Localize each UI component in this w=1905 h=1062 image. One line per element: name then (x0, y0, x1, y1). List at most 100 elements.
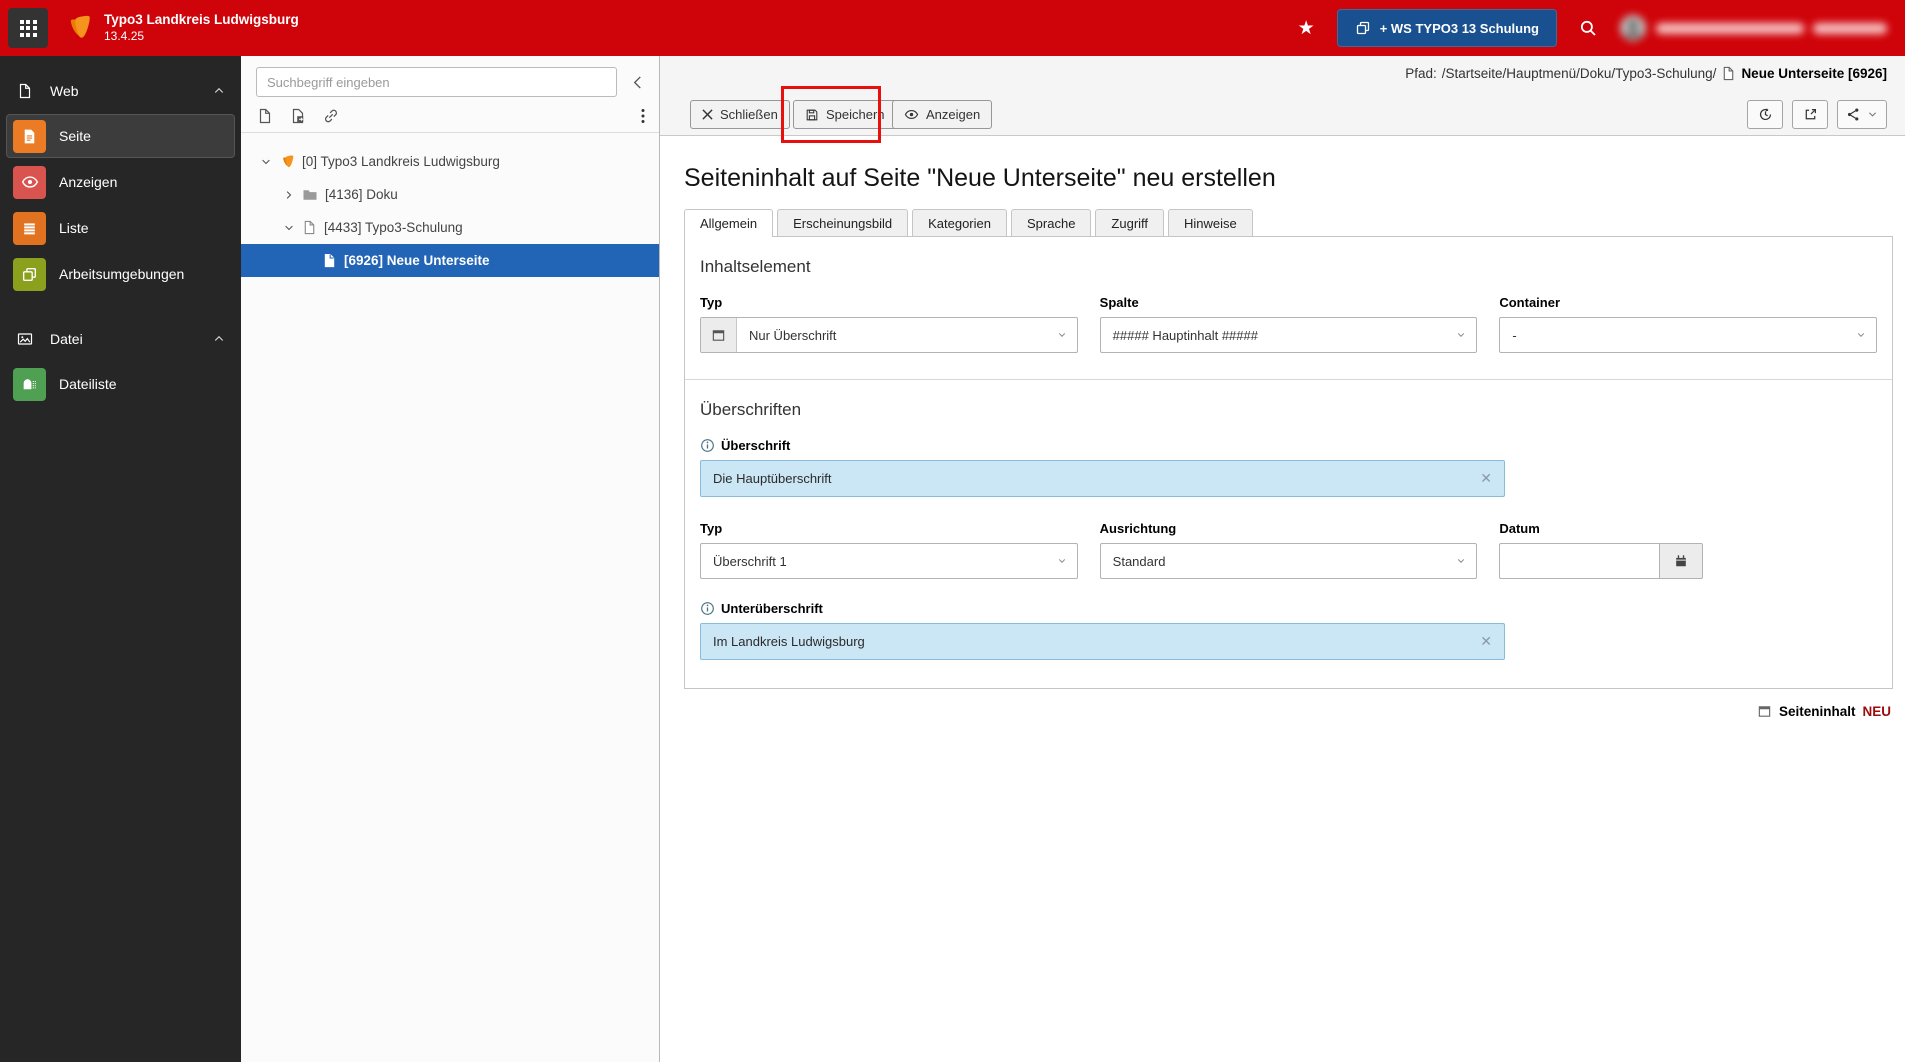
bookmark-star-icon[interactable]: ★ (1298, 17, 1315, 40)
close-button[interactable]: Schließen (690, 100, 790, 129)
file-section-icon (17, 333, 33, 345)
info-icon (701, 602, 714, 615)
new-page-button[interactable] (257, 108, 273, 124)
external-link-icon (1805, 109, 1816, 120)
workspace-icon (1356, 21, 1369, 35)
module-section-web[interactable]: Web (0, 70, 241, 112)
view-button[interactable]: Anzeigen (892, 100, 993, 129)
link-icon[interactable] (323, 108, 339, 124)
module-grid-button[interactable] (8, 8, 48, 48)
clear-field-icon[interactable]: ✕ (1468, 633, 1504, 650)
tab-zugriff[interactable]: Zugriff (1095, 209, 1165, 236)
clear-field-icon[interactable]: ✕ (1468, 470, 1504, 487)
collapse-tree-button[interactable] (625, 68, 649, 96)
page-tree: [0] Typo3 Landkreis Ludwigsburg [4136] D… (241, 133, 659, 277)
tree-node-neue-unterseite[interactable]: [6926] Neue Unterseite (241, 244, 659, 277)
tree-search-input[interactable] (256, 67, 617, 97)
breadcrumb: Pfad: /Startseite/Hauptmenü/Doku/Typo3-S… (1405, 66, 1887, 81)
typ-select[interactable]: Nur Überschrift (700, 317, 1078, 353)
page-title: Seiteninhalt auf Seite "Neue Unterseite"… (684, 164, 1276, 192)
tree-more-menu[interactable] (641, 108, 645, 124)
web-section-icon (19, 83, 31, 99)
brand: Typo3 Landkreis Ludwigsburg 13.4.25 (63, 12, 299, 44)
search-icon (1580, 20, 1596, 36)
breadcrumb-path: /Startseite/Hauptmenü/Doku/Typo3-Schulun… (1441, 66, 1717, 81)
page-icon (324, 253, 335, 268)
fieldset-inhaltselement: Inhaltselement Typ Nur Überschrift Spalt… (685, 237, 1892, 379)
tree-toolbar (241, 102, 659, 133)
chevron-left-icon (633, 75, 641, 89)
tab-erscheinungsbild[interactable]: Erscheinungsbild (777, 209, 909, 236)
chevron-down-icon[interactable] (283, 222, 295, 234)
field-label-ueberschrift: Überschrift (700, 438, 1877, 453)
toolbar-search-button[interactable] (1579, 19, 1597, 37)
chevron-right-icon[interactable] (283, 189, 295, 201)
module-menu: Web Seite Anzeigen Liste Arbeitsumgebung… (0, 56, 241, 1062)
field-label-unterueberschrift: Unterüberschrift (700, 601, 1877, 616)
section-label: Inhaltselement (700, 257, 811, 276)
page-icon (1724, 66, 1734, 81)
page-tree-panel: [0] Typo3 Landkreis Ludwigsburg [4136] D… (241, 56, 660, 1062)
record-type-label: Seiteninhalt (1778, 704, 1856, 719)
chevron-down-icon (1057, 330, 1077, 340)
field-label-typ: Typ (700, 521, 723, 536)
workspaces-module-icon (13, 257, 46, 291)
record-footer-note: Seiteninhalt NEU (660, 704, 1891, 719)
breadcrumb-record: Neue Unterseite [6926] (1741, 66, 1887, 81)
tab-allgemein[interactable]: Allgemein (684, 209, 774, 237)
module-section-datei[interactable]: Datei (0, 318, 241, 360)
user-menu[interactable] (1619, 14, 1887, 42)
chevron-down-icon (1456, 556, 1476, 566)
tree-node-root[interactable]: [0] Typo3 Landkreis Ludwigsburg (241, 145, 659, 178)
chevron-down-icon[interactable] (260, 156, 272, 168)
spalte-select[interactable]: ##### Hauptinhalt ##### (1099, 317, 1478, 353)
tree-node-typo3-schulung[interactable]: [4433] Typo3-Schulung (241, 211, 659, 244)
tab-sprache[interactable]: Sprache (1011, 209, 1092, 236)
info-icon (701, 439, 714, 452)
tree-node-doku[interactable]: [4136] Doku (241, 178, 659, 211)
open-in-new-window-button[interactable] (1792, 100, 1828, 129)
share-icon (1847, 108, 1859, 121)
avatar (1620, 15, 1646, 41)
history-button[interactable] (1747, 100, 1783, 129)
field-label-spalte: Spalte (1099, 295, 1139, 310)
new-page-drag-button[interactable] (290, 108, 306, 124)
ueberschrift-typ-select[interactable]: Überschrift 1 (700, 543, 1078, 579)
typo3-logo-icon (283, 155, 294, 167)
fieldset-ueberschriften: Überschriften Überschrift Die Hauptübers… (685, 379, 1892, 688)
sidebar-item-dateiliste[interactable]: Dateiliste (6, 362, 235, 406)
container-select[interactable]: - (1499, 317, 1878, 353)
chevron-down-icon (1869, 112, 1876, 117)
tab-hinweise[interactable]: Hinweise (1168, 209, 1253, 236)
share-button[interactable] (1837, 100, 1887, 129)
kebab-icon (641, 109, 645, 123)
grid-icon (19, 19, 37, 37)
chevron-down-icon (1456, 330, 1476, 340)
field-label-datum: Datum (1499, 521, 1540, 536)
save-button[interactable]: Speichern (793, 100, 897, 129)
unterueberschrift-input[interactable]: Im Landkreis Ludwigsburg ✕ (700, 623, 1505, 660)
sidebar-item-seite[interactable]: Seite (6, 114, 235, 158)
datum-input[interactable] (1499, 543, 1660, 579)
sidebar-item-anzeigen[interactable]: Anzeigen (6, 160, 235, 204)
sidebar-item-arbeitsumgebungen[interactable]: Arbeitsumgebungen (6, 252, 235, 296)
tab-panel-allgemein: Inhaltselement Typ Nur Überschrift Spalt… (684, 237, 1893, 689)
list-module-icon (13, 211, 46, 245)
field-label-ausrichtung: Ausrichtung (1099, 521, 1177, 536)
sidebar-item-liste[interactable]: Liste (6, 206, 235, 250)
filelist-module-icon (13, 367, 46, 401)
view-module-icon (13, 165, 46, 199)
typo3-version: 13.4.25 (104, 28, 145, 43)
ausrichtung-select[interactable]: Standard (1099, 543, 1478, 579)
history-icon (1759, 108, 1771, 120)
doc-header: Pfad: /Startseite/Hauptmenü/Doku/Typo3-S… (660, 56, 1905, 143)
content-header-icon (701, 318, 737, 352)
workspace-button[interactable]: + WS TYPO3 13 Schulung (1336, 9, 1557, 47)
field-label-typ: Typ (700, 295, 723, 310)
site-title: Typo3 Landkreis Ludwigsburg (104, 12, 299, 28)
form-tabs: Allgemein Erscheinungsbild Kategorien Sp… (684, 209, 1893, 237)
field-label-container: Container (1499, 295, 1561, 310)
ueberschrift-input[interactable]: Die Hauptüberschrift ✕ (700, 460, 1505, 497)
tab-kategorien[interactable]: Kategorien (912, 209, 1007, 236)
datepicker-button[interactable] (1659, 543, 1704, 579)
